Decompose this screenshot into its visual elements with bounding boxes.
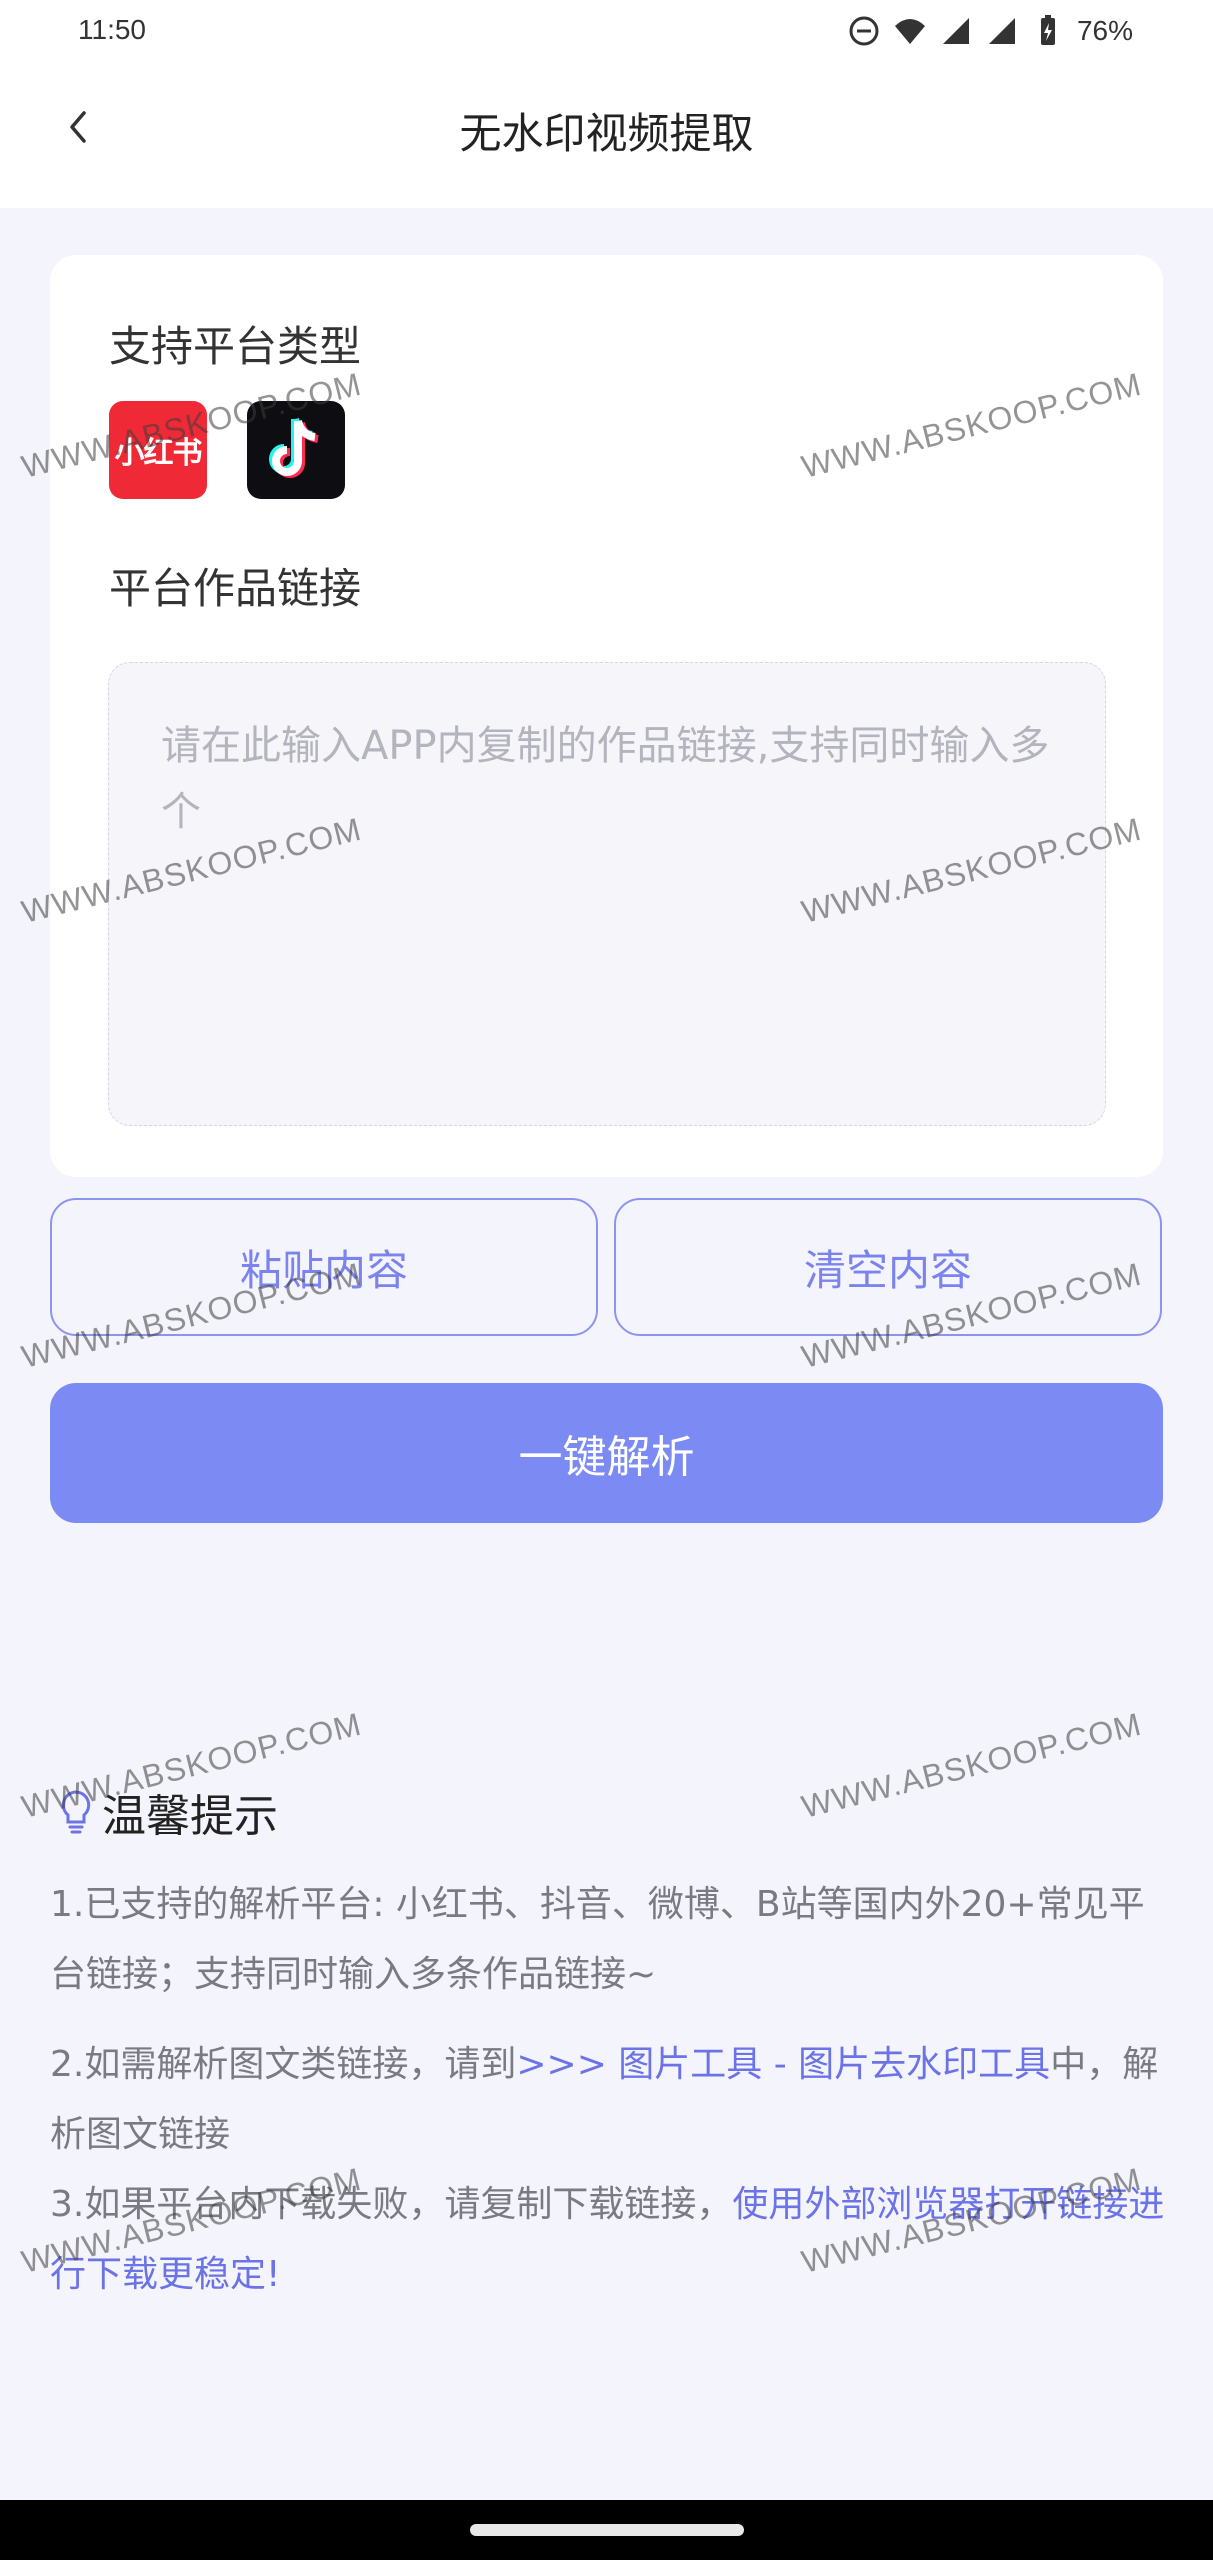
xiaohongshu-icon: 小红书 [109,401,207,499]
home-indicator[interactable] [470,2524,744,2536]
xiaohongshu-label: 小红书 [114,436,203,471]
platforms-label: 支持平台类型 [109,322,362,371]
clear-button[interactable]: 清空内容 [614,1198,1162,1336]
tips-heading: 温馨提示 [58,1780,278,1844]
app-header: 无水印视频提取 [0,70,1213,208]
wifi-icon [894,19,925,44]
signal-icon [988,18,1015,44]
signal-icon [942,18,969,44]
tiktok-icon [247,401,345,499]
paste-button[interactable]: 粘贴内容 [50,1198,598,1336]
do-not-disturb-icon [849,16,879,46]
tip-2-prefix: 2.如需解析图文类链接，请到 [50,2044,517,2085]
tip-3-prefix: 3.如果平台内下载失败，请复制下载链接， [50,2184,733,2225]
parse-button[interactable]: 一键解析 [50,1383,1163,1523]
page-title: 无水印视频提取 [459,109,754,158]
link-label: 平台作品链接 [109,564,362,613]
link-input-placeholder: 请在此输入APP内复制的作品链接,支持同时输入多个 [161,723,1050,835]
lightbulb-icon [61,1790,91,1834]
tiktok-logo [269,417,319,478]
status-icons: 76% [847,14,1133,48]
tip-2: 2.如需解析图文类链接，请到>>> 图片工具 - 图片去水印工具中，解析图文链接 [50,2030,1170,2170]
tip-1: 1.已支持的解析平台: 小红书、抖音、微博、B站等国内外20+常见平台链接；支持… [50,1884,1145,1995]
input-card: 支持平台类型 小红书 平台作品链接 请在此输入APP内复制的作品链接,支持同时输… [50,255,1163,1177]
watermark-text: WWW.ABSKOOP.COM [798,1705,1146,1825]
status-time: 11:50 [78,14,146,45]
status-bar: 11:50 76% [0,0,1213,70]
tip-3: 3.如果平台内下载失败，请复制下载链接，使用外部浏览器打开链接进行下载更稳定! [50,2170,1170,2310]
image-tool-link[interactable]: >>> 图片工具 - 图片去水印工具 [516,2044,1050,2085]
battery-level: 76% [1076,15,1133,46]
link-input[interactable]: 请在此输入APP内复制的作品链接,支持同时输入多个 [108,662,1106,1126]
tips-title: 温馨提示 [102,1791,278,1842]
battery-icon [1040,15,1055,45]
